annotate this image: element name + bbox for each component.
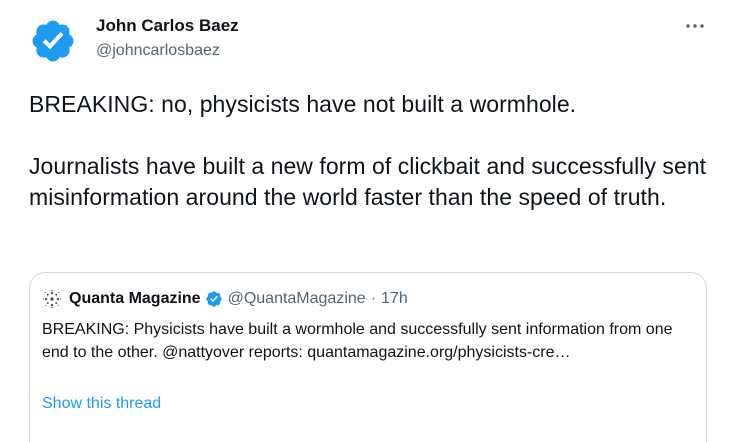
quoted-tweet-header: Quanta Magazine @QuantaMagazine · 17h [42, 289, 408, 309]
quoted-timestamp[interactable]: 17h [381, 290, 408, 308]
tweet-text-paragraph-1: BREAKING: no, physicists have not built … [29, 91, 577, 117]
tweet: John Carlos Baez @johncarlosbaez BREAKIN… [0, 0, 737, 442]
quanta-logo-icon[interactable] [42, 289, 62, 309]
verified-badge-icon [205, 291, 222, 307]
quoted-author-handle: @QuantaMagazine [227, 290, 366, 307]
separator-dot: · [370, 290, 377, 307]
tweet-text-paragraph-2: Journalists have built a new form of cli… [29, 153, 707, 210]
ellipsis-icon [686, 24, 704, 28]
author-handle[interactable]: @johncarlosbaez [96, 41, 239, 61]
quoted-author-name: Quanta Magazine [69, 290, 201, 307]
verified-avatar-icon[interactable] [29, 17, 77, 65]
author-name[interactable]: John Carlos Baez [96, 16, 239, 36]
quoted-tweet-card[interactable]: Quanta Magazine @QuantaMagazine · 17h BR… [29, 272, 707, 442]
more-options-button[interactable] [683, 14, 707, 38]
quoted-tweet-text: BREAKING: Physicists have built a wormho… [42, 321, 673, 361]
tweet-text: BREAKING: no, physicists have not built … [29, 89, 709, 213]
author-block: John Carlos Baez @johncarlosbaez [96, 16, 239, 61]
show-thread-link[interactable]: Show this thread [42, 394, 161, 414]
